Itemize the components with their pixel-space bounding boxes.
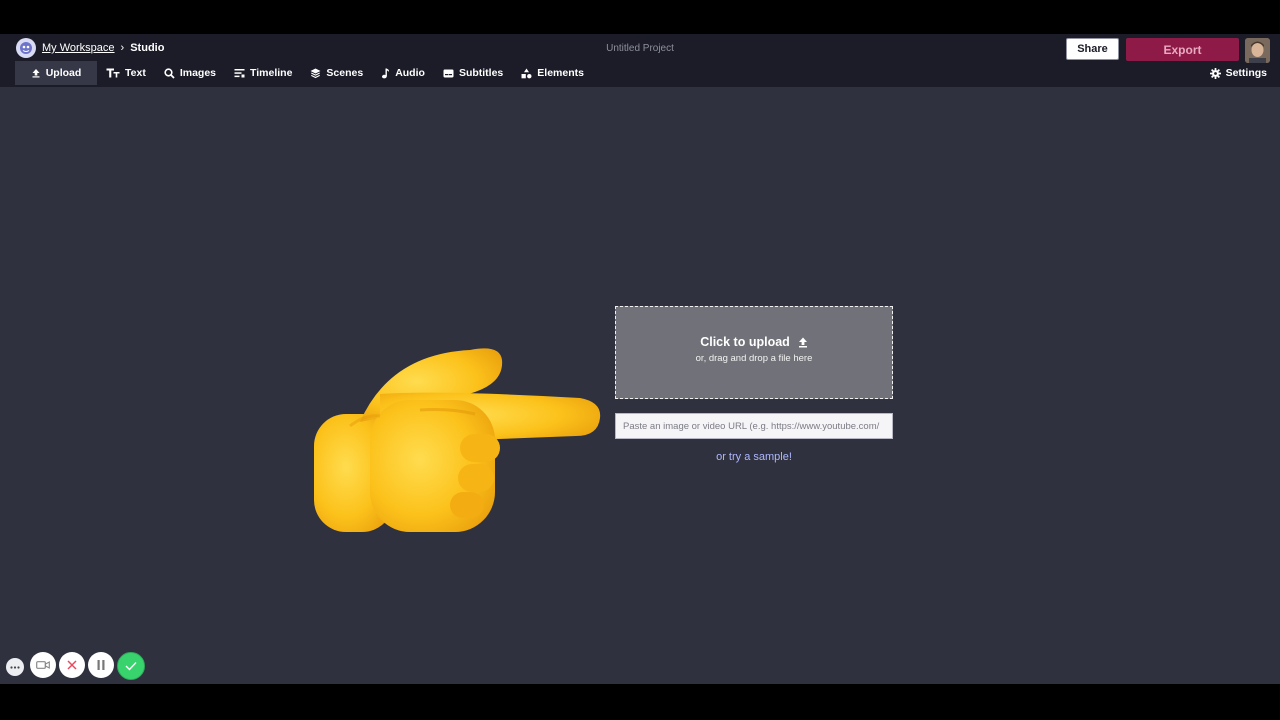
breadcrumb-current: Studio <box>130 42 165 54</box>
tab-timeline[interactable]: Timeline <box>225 61 301 85</box>
toolbar-tabs: Upload Text Images Timeline Scenes Audio <box>15 61 593 85</box>
subtitles-icon <box>443 69 454 77</box>
tab-subtitles[interactable]: Subtitles <box>434 61 512 85</box>
music-note-icon <box>382 68 390 78</box>
top-bar: My Workspace › Studio Untitled Project S… <box>0 34 1280 87</box>
tab-images[interactable]: Images <box>155 61 225 85</box>
layers-icon <box>310 68 321 78</box>
user-avatar[interactable] <box>1245 38 1270 63</box>
tab-elements[interactable]: Elements <box>512 61 593 85</box>
upload-subtitle: or, drag and drop a file here <box>695 353 813 364</box>
media-url-input[interactable] <box>615 413 893 439</box>
tab-scenes-label: Scenes <box>326 67 364 79</box>
tab-scenes[interactable]: Scenes <box>301 61 372 85</box>
finish-button[interactable] <box>117 652 145 680</box>
more-button[interactable] <box>6 658 24 676</box>
breadcrumb: My Workspace › Studio <box>16 38 164 58</box>
shapes-icon <box>521 68 532 78</box>
editor-window: My Workspace › Studio Untitled Project S… <box>0 34 1280 684</box>
export-button[interactable]: Export <box>1126 38 1239 61</box>
text-icon <box>106 68 120 78</box>
tab-upload[interactable]: Upload <box>15 61 97 85</box>
tab-images-label: Images <box>179 67 216 79</box>
tab-text-label: Text <box>125 67 146 79</box>
tab-elements-label: Elements <box>537 67 584 79</box>
camera-button[interactable] <box>30 652 56 678</box>
tab-audio-label: Audio <box>395 67 425 79</box>
gear-icon <box>1209 67 1221 79</box>
workspace-logo-icon[interactable] <box>16 38 36 58</box>
tab-subtitles-label: Subtitles <box>458 67 504 79</box>
tab-audio[interactable]: Audio <box>372 61 434 85</box>
upload-arrow-icon <box>798 337 807 347</box>
breadcrumb-workspace-link[interactable]: My Workspace <box>42 42 115 54</box>
discard-button[interactable] <box>59 652 85 678</box>
settings-label: Settings <box>1225 67 1267 79</box>
tab-upload-label: Upload <box>45 67 82 79</box>
upload-dropzone[interactable]: Click to upload or, drag and drop a file… <box>615 306 893 399</box>
search-icon <box>164 67 175 79</box>
upload-icon <box>32 69 40 78</box>
more-icon <box>10 665 20 669</box>
breadcrumb-separator: › <box>120 42 125 54</box>
pause-icon <box>97 660 105 670</box>
pointing-hand-icon <box>314 348 601 532</box>
check-icon <box>125 662 137 671</box>
camera-icon <box>36 661 50 669</box>
settings-button[interactable]: Settings <box>1209 61 1267 85</box>
tab-text[interactable]: Text <box>97 61 155 85</box>
tab-timeline-label: Timeline <box>250 67 293 79</box>
share-button[interactable]: Share <box>1066 38 1119 60</box>
close-icon <box>67 660 77 670</box>
pause-button[interactable] <box>88 652 114 678</box>
timeline-icon <box>234 69 245 78</box>
upload-title: Click to upload <box>700 335 790 349</box>
try-sample-link[interactable]: or try a sample! <box>615 451 893 463</box>
